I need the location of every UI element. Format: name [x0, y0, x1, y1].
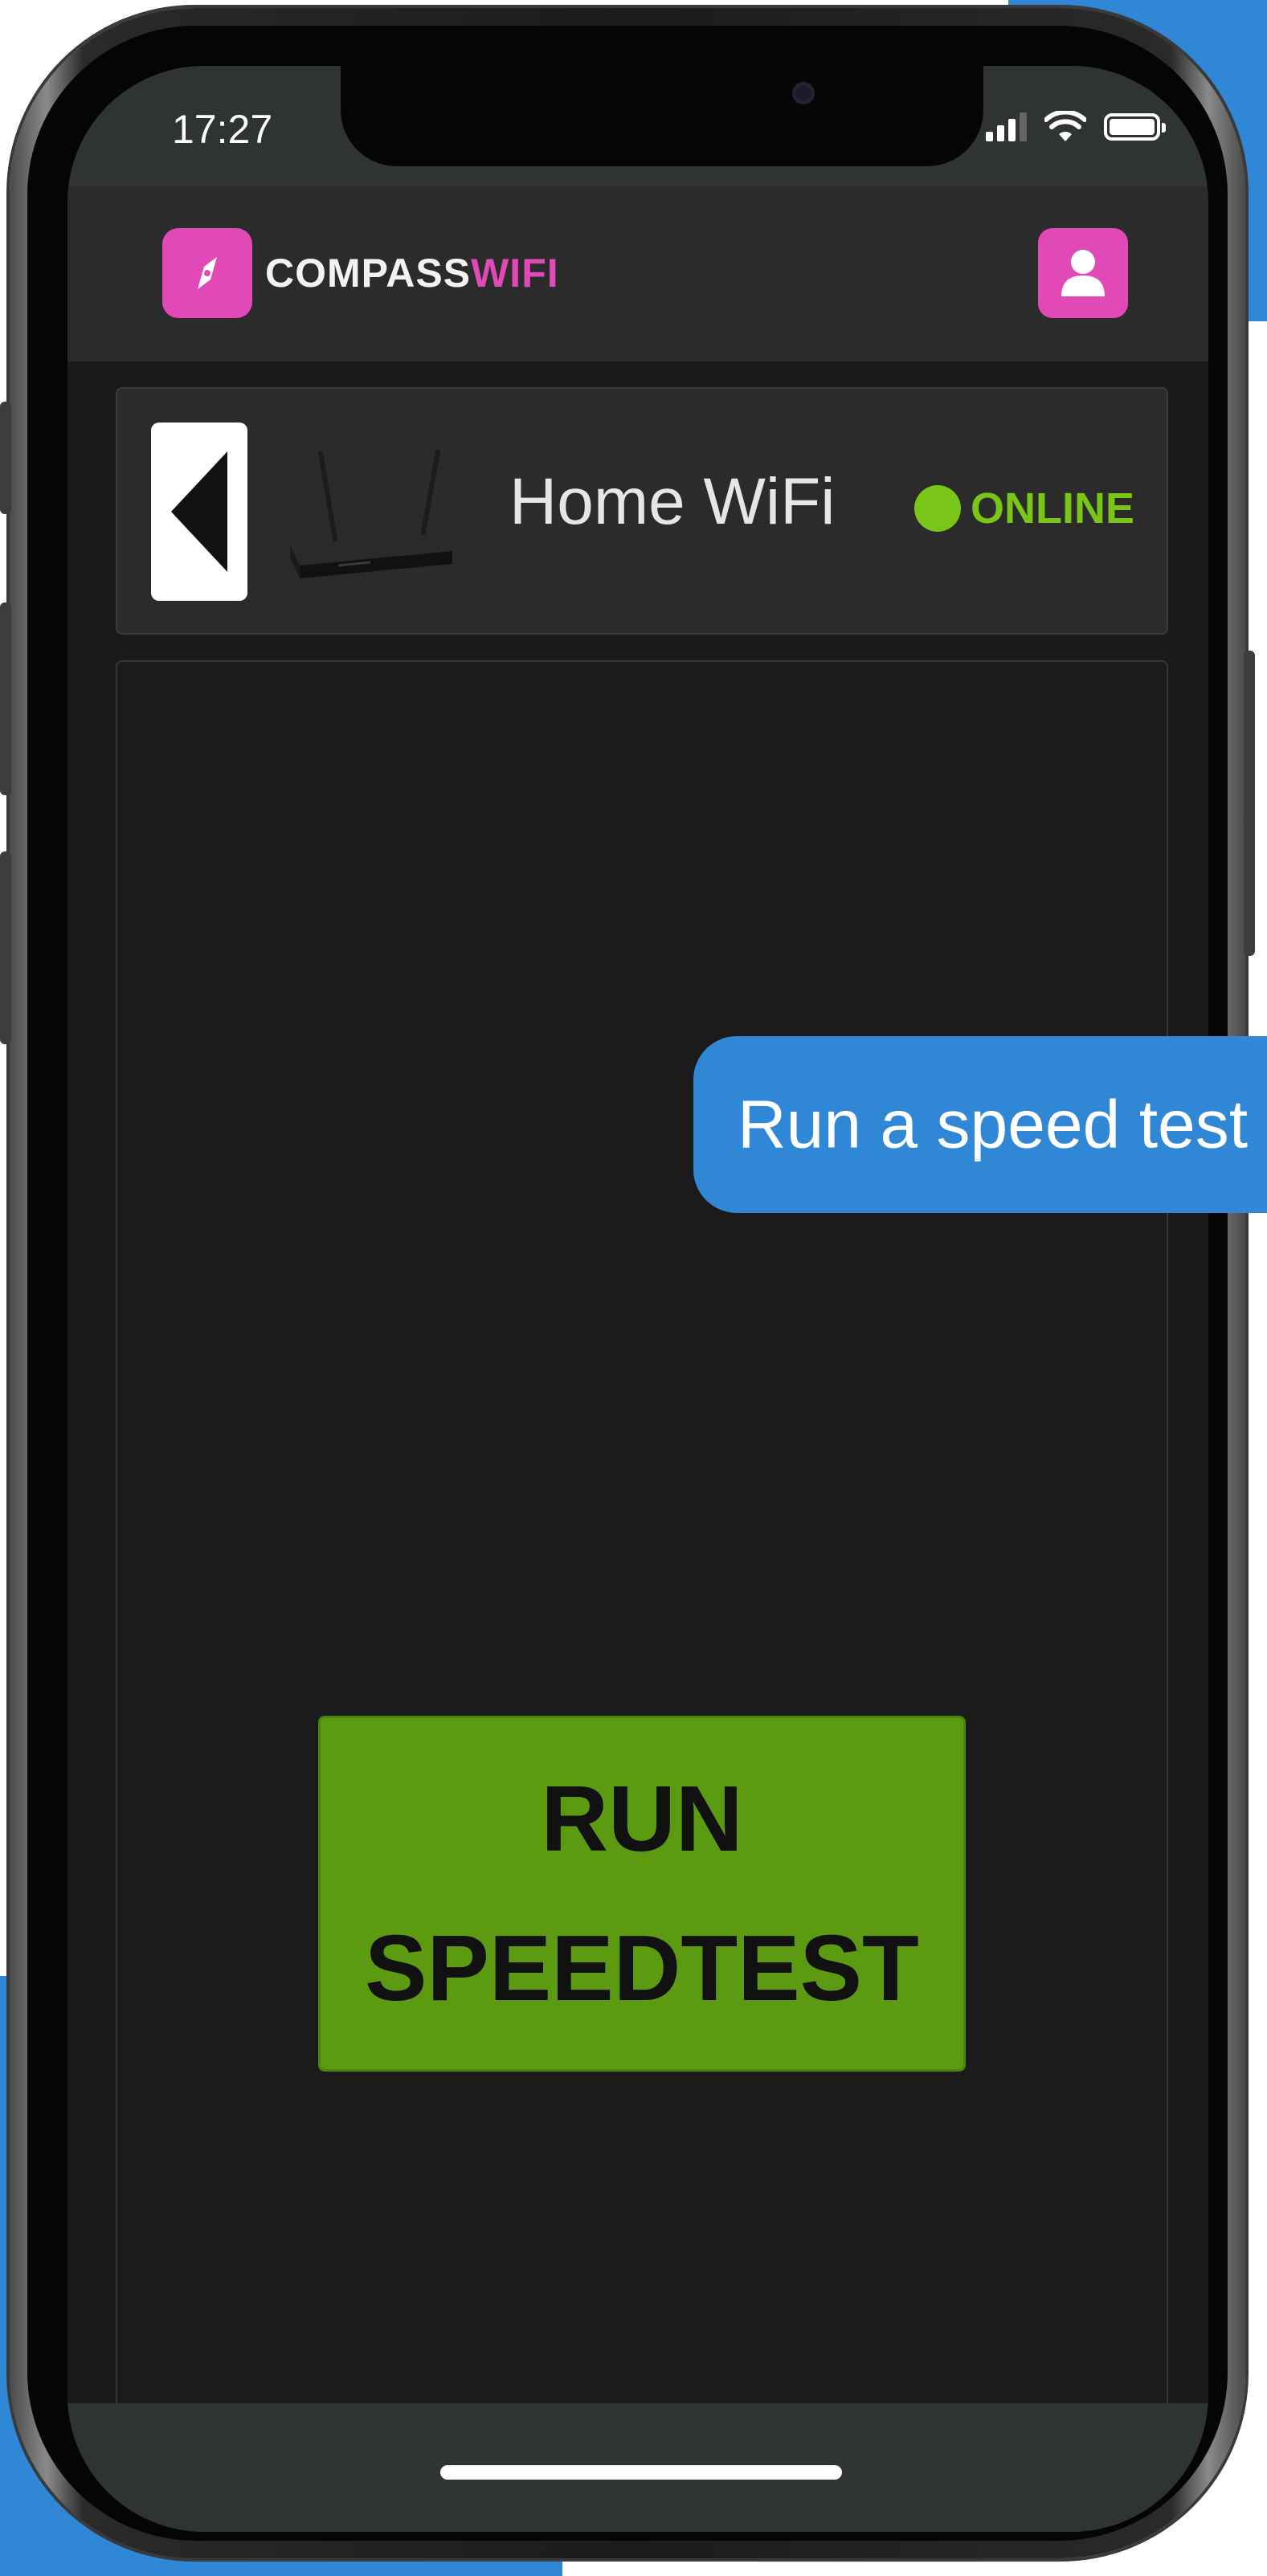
compasswifi-logo[interactable]: COMPASSWIFI	[162, 228, 559, 318]
online-status-dot-icon	[913, 485, 961, 532]
status-time: 17:27	[172, 107, 273, 152]
user-icon	[1061, 250, 1105, 296]
phone-frame: 17:27 COMPASSWIFI Home WiFi ONLINE RUN S…	[0, 8, 1255, 2558]
status-text: ONLINE	[970, 484, 1134, 533]
phone-side-button	[0, 402, 11, 514]
status-icons	[986, 111, 1166, 143]
run-speedtest-label-line2: SPEEDTEST	[365, 1915, 919, 2020]
back-button[interactable]	[151, 423, 247, 601]
logo-text-wifi: WIFI	[471, 251, 559, 296]
phone-volume-down-button	[0, 851, 11, 1044]
user-profile-button[interactable]	[1038, 228, 1128, 318]
run-speedtest-button[interactable]: RUN SPEEDTEST	[318, 1716, 966, 2072]
logo-wordmark: COMPASSWIFI	[265, 250, 559, 296]
router-image	[290, 449, 452, 578]
wifi-signal-icon	[1044, 111, 1086, 141]
front-camera	[792, 82, 815, 104]
speedtest-panel: RUN SPEEDTEST	[116, 660, 1168, 2532]
home-indicator[interactable]	[440, 2465, 842, 2480]
battery-icon	[1104, 113, 1166, 141]
status-bar: 17:27	[67, 66, 1208, 186]
device-card: Home WiFi ONLINE	[116, 387, 1168, 635]
app-header: COMPASSWIFI	[67, 186, 1208, 361]
speedtest-callout: Run a speed test	[693, 1036, 1267, 1213]
phone-volume-up-button	[0, 602, 11, 795]
home-indicator-area	[67, 2403, 1208, 2532]
device-name: Home WiFi	[509, 465, 836, 538]
notch	[341, 66, 983, 166]
cellular-signal-icon	[986, 112, 1027, 141]
logo-text-compass: COMPASS	[265, 251, 472, 296]
callout-text: Run a speed test	[738, 1086, 1249, 1162]
phone-power-button	[1244, 651, 1255, 956]
run-speedtest-label-line1: RUN	[541, 1766, 743, 1871]
back-arrow-icon	[171, 451, 227, 572]
status-badge: ONLINE	[913, 484, 1134, 533]
compass-icon	[162, 228, 252, 318]
app-screen: 17:27 COMPASSWIFI Home WiFi ONLINE RUN S…	[67, 66, 1208, 2532]
